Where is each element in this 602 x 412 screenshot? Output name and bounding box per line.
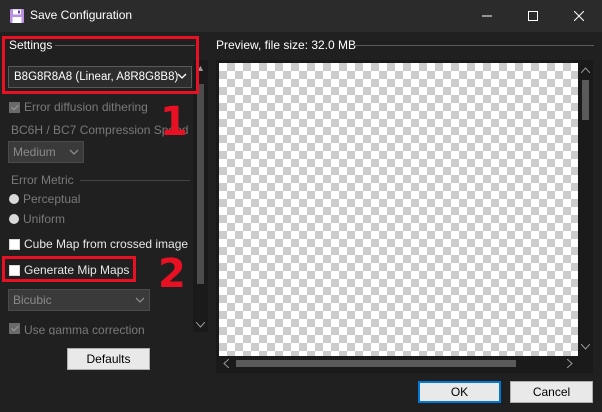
annotation-number-2: 2 [158, 251, 186, 297]
error-diffusion-checkbox[interactable]: Error diffusion dithering [9, 100, 148, 114]
annotation-box-2 [2, 256, 136, 282]
title-bar: Save Configuration [0, 0, 602, 33]
scroll-down-icon[interactable] [193, 317, 208, 332]
preview-panel [216, 60, 593, 373]
radio-perceptual[interactable]: Perceptual [9, 192, 80, 206]
scroll-left-icon [223, 359, 229, 368]
preview-divider [354, 45, 594, 46]
scrollbar-thumb[interactable] [197, 84, 204, 284]
cancel-button[interactable]: Cancel [510, 381, 593, 403]
chevron-down-icon [135, 297, 145, 303]
settings-scrollbar[interactable]: ▲ [193, 60, 208, 332]
maximize-icon [528, 11, 538, 21]
mip-filter-select[interactable]: Bicubic [8, 289, 150, 311]
scroll-down-icon [581, 344, 590, 350]
scrollbar-thumb[interactable] [582, 80, 589, 120]
annotation-number-1: 1 [160, 99, 188, 145]
checkbox-checked-icon [9, 323, 20, 334]
floppy-disk-icon [9, 8, 25, 24]
radio-perceptual-label: Perceptual [23, 192, 81, 206]
error-metric-label: Error Metric [11, 173, 74, 187]
error-diffusion-label: Error diffusion dithering [24, 100, 148, 114]
cube-map-label: Cube Map from crossed image [24, 237, 189, 251]
preview-label: Preview, file size: 32.0 MB [216, 38, 357, 52]
compression-speed-select[interactable]: Medium [8, 141, 84, 163]
chevron-down-icon [69, 149, 79, 155]
minimize-icon [482, 15, 492, 17]
maximize-button[interactable] [510, 0, 556, 32]
preview-horizontal-scrollbar[interactable] [219, 356, 578, 371]
scrollbar-thumb[interactable] [236, 360, 516, 367]
minimize-button[interactable] [464, 0, 510, 32]
dialog-body: Settings B8G8R8A8 (Linear, A8R8G8B8) Err… [0, 32, 602, 412]
mip-filter-value: Bicubic [13, 293, 52, 307]
scroll-up-icon [581, 67, 590, 73]
gamma-correction-checkbox[interactable]: Use gamma correction [9, 323, 145, 335]
defaults-button[interactable]: Defaults [67, 348, 150, 370]
window-title: Save Configuration [30, 8, 133, 22]
radio-unselected-icon [9, 214, 19, 224]
radio-uniform-label: Uniform [23, 212, 66, 226]
radio-unselected-icon [9, 194, 19, 204]
cube-map-checkbox[interactable]: Cube Map from crossed image [9, 237, 188, 251]
ok-button[interactable]: OK [418, 381, 501, 403]
checkbox-unchecked-icon [9, 238, 20, 250]
radio-uniform[interactable]: Uniform [9, 212, 65, 226]
error-metric-divider [80, 180, 190, 181]
gamma-correction-label: Use gamma correction [24, 323, 145, 335]
scroll-right-icon [567, 359, 573, 368]
compression-speed-value: Medium [13, 145, 56, 159]
preview-vertical-scrollbar[interactable] [578, 63, 593, 356]
preview-image [219, 63, 578, 356]
close-icon [574, 11, 584, 21]
annotation-box-1 [2, 36, 199, 94]
close-button[interactable] [556, 0, 602, 32]
checkbox-checked-icon [9, 101, 20, 113]
